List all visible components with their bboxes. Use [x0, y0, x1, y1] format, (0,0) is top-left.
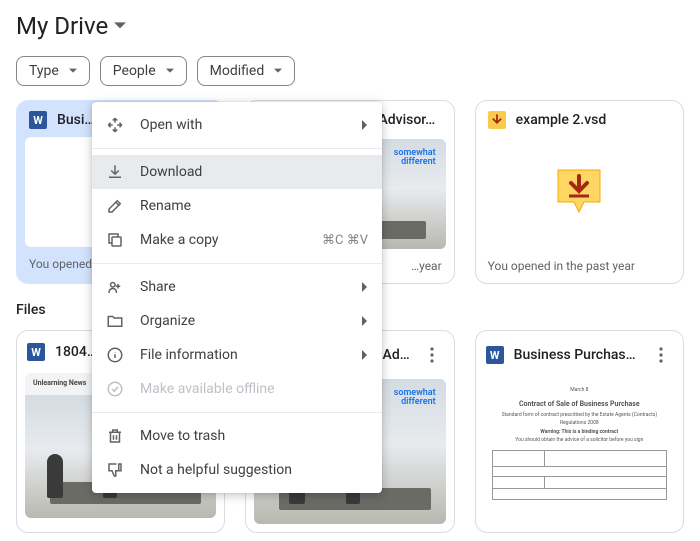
- ctx-label: Make available offline: [140, 381, 275, 397]
- thumbs-down-icon: [106, 461, 124, 479]
- chevron-down-icon: [166, 68, 174, 74]
- filter-people[interactable]: People: [100, 56, 187, 86]
- ctx-not-helpful[interactable]: Not a helpful suggestion: [92, 453, 382, 487]
- offline-icon: [106, 380, 124, 398]
- filter-label: Type: [29, 63, 59, 79]
- info-icon: [106, 346, 124, 364]
- filter-type[interactable]: Type: [16, 56, 90, 86]
- share-icon: [106, 278, 124, 296]
- copy-icon: [106, 231, 124, 249]
- ctx-make-copy[interactable]: Make a copy ⌘C ⌘V: [92, 223, 382, 257]
- filter-modified[interactable]: Modified: [197, 56, 296, 86]
- ctx-download[interactable]: Download: [92, 155, 382, 189]
- ctx-trash[interactable]: Move to trash: [92, 419, 382, 453]
- divider: [92, 263, 382, 264]
- ctx-label: Make a copy: [140, 232, 219, 248]
- chevron-right-icon: [362, 120, 368, 130]
- keyboard-shortcut: ⌘C ⌘V: [322, 233, 368, 248]
- chevron-right-icon: [362, 350, 368, 360]
- file-meta: You opened in the past year: [476, 249, 683, 283]
- file-title: Business Purchas…: [514, 347, 639, 363]
- more-actions-button[interactable]: [649, 343, 673, 367]
- ctx-file-info[interactable]: File information: [92, 338, 382, 372]
- file-card[interactable]: W Business Purchas… March 8 Contract of …: [475, 330, 684, 533]
- word-doc-icon: W: [486, 346, 504, 364]
- filter-bar: Type People Modified: [16, 56, 684, 86]
- filter-label: People: [113, 63, 156, 79]
- more-actions-button[interactable]: [420, 343, 444, 367]
- ctx-organize[interactable]: Organize: [92, 304, 382, 338]
- chevron-right-icon: [362, 316, 368, 326]
- trash-icon: [106, 427, 124, 445]
- visio-icon: [488, 111, 506, 129]
- ctx-open-with[interactable]: Open with: [92, 108, 382, 142]
- filter-label: Modified: [210, 63, 265, 79]
- rename-icon: [106, 197, 124, 215]
- folder-icon: [106, 312, 124, 330]
- page-title: My Drive: [16, 12, 108, 40]
- chevron-down-icon: [274, 68, 282, 74]
- chevron-right-icon: [362, 282, 368, 292]
- ctx-label: Share: [140, 279, 176, 295]
- divider: [92, 148, 382, 149]
- download-icon: [106, 163, 124, 181]
- ctx-label: Rename: [140, 198, 191, 214]
- ctx-label: File information: [140, 347, 238, 363]
- ctx-rename[interactable]: Rename: [92, 189, 382, 223]
- ctx-label: Move to trash: [140, 428, 225, 444]
- chevron-down-icon: [69, 68, 77, 74]
- chevron-down-icon: [114, 20, 126, 32]
- breadcrumb[interactable]: My Drive: [16, 12, 684, 40]
- ctx-label: Not a helpful suggestion: [140, 462, 292, 478]
- word-doc-icon: W: [27, 343, 45, 361]
- file-thumbnail: March 8 Contract of Sale of Business Pur…: [484, 379, 675, 524]
- ctx-offline: Make available offline: [92, 372, 382, 406]
- ctx-label: Organize: [140, 313, 195, 329]
- ctx-label: Open with: [140, 117, 202, 133]
- context-menu: Open with Download Rename Make a copy ⌘C…: [92, 102, 382, 493]
- divider: [92, 412, 382, 413]
- ctx-label: Download: [140, 164, 202, 180]
- file-thumbnail: [484, 139, 675, 249]
- open-with-icon: [106, 116, 124, 134]
- file-title: example 2.vsd: [516, 112, 671, 128]
- file-card[interactable]: example 2.vsd You opened in the past yea…: [475, 100, 684, 284]
- word-doc-icon: W: [29, 111, 47, 129]
- ctx-share[interactable]: Share: [92, 270, 382, 304]
